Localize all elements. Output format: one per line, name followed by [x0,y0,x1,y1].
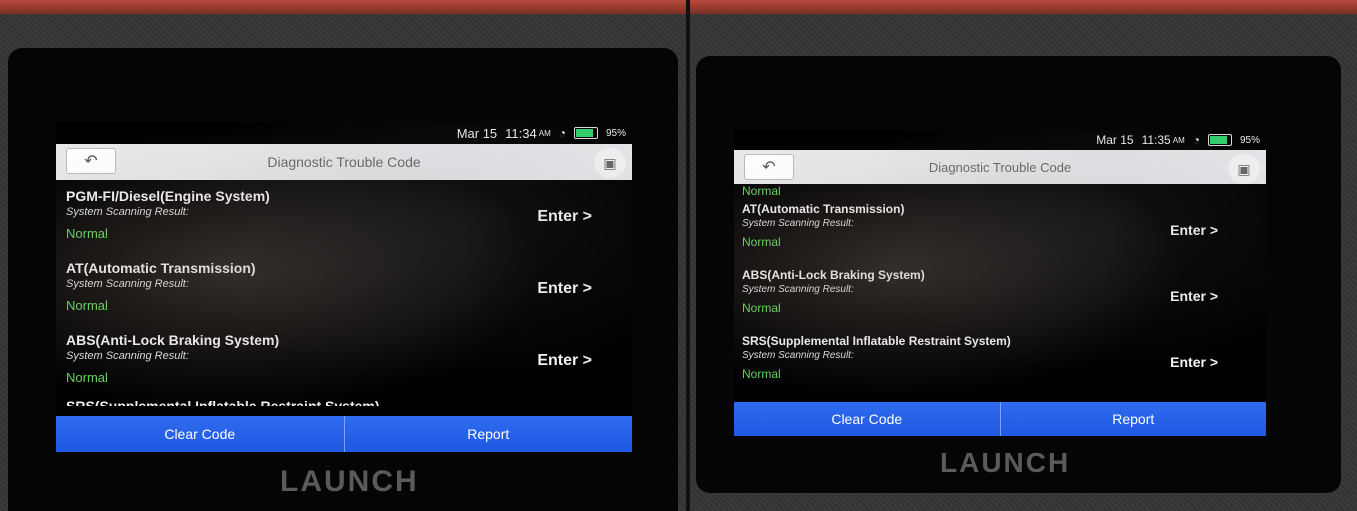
report-button[interactable]: Report [999,402,1267,436]
device-top-edge [690,0,1357,14]
battery-icon [1207,134,1232,146]
status-bar: Mar 15 11:34 AM ◔ 95% [56,122,632,144]
page-title: Diagnostic Trouble Code [267,154,421,170]
status-bar: Mar 15 11:35 AM ◔ 95% [734,130,1266,150]
battery-percent: 95% [1239,134,1260,146]
status-date: Mar 15 [1096,133,1134,147]
enter-button[interactable]: Enter > [537,208,592,226]
system-name-partial: SRS(Supplemental Inflatable Restraint Sy… [66,398,380,406]
back-arrow-icon: ↶ [84,153,98,170]
system-name: ABS(Anti-Lock Braking System) [742,268,925,282]
wifi-icon: ◔ [558,126,566,140]
screenshot-button[interactable]: ▣ [1228,154,1260,184]
scan-status: Normal [66,298,108,313]
dtc-screen: Mar 15 11:35 AM ◔ 95% ↶ Diagnostic Troub… [734,130,1266,436]
page-title: Diagnostic Trouble Code [928,159,1072,175]
enter-button[interactable]: Enter > [537,352,592,370]
title-bar: ↶ Diagnostic Trouble Code ▣ [734,150,1266,184]
status-ampm: AM [1172,135,1185,145]
system-list: PGM-FI/Diesel(Engine System) System Scan… [56,182,632,416]
battery-icon [573,127,598,139]
camera-icon: ▣ [1237,160,1251,177]
list-item: AT(Automatic Transmission) System Scanni… [734,198,1266,264]
status-date: Mar 15 [456,125,498,141]
system-name: AT(Automatic Transmission) [742,202,905,216]
brand-logo: LAUNCH [940,447,1071,478]
list-item: PGM-FI/Diesel(Engine System) System Scan… [56,182,632,254]
status-time: 11:34 [505,125,537,141]
screenshot-button[interactable]: ▣ [594,148,626,178]
system-name: SRS(Supplemental Inflatable Restraint Sy… [742,334,1011,348]
list-item: ABS(Anti-Lock Braking System) System Sca… [56,326,632,398]
list-item: AT(Automatic Transmission) System Scanni… [56,254,632,326]
right-photo: Mar 15 11:35 AM ◔ 95% ↶ Diagnostic Troub… [690,0,1357,511]
left-photo: Mar 15 11:34 AM ◔ 95% ↶ Diagnostic Troub… [0,0,686,511]
enter-button[interactable]: Enter > [1170,222,1218,238]
action-bar: Clear Code Report [56,416,632,452]
enter-button[interactable]: Enter > [1170,288,1218,304]
enter-button[interactable]: Enter > [537,280,592,298]
camera-icon: ▣ [603,154,617,171]
battery-percent: 95% [605,127,626,139]
enter-button[interactable]: Enter > [1170,354,1218,370]
system-name: AT(Automatic Transmission) [66,260,256,276]
status-ampm: AM [538,128,551,138]
list-item: ABS(Anti-Lock Braking System) System Sca… [734,264,1266,330]
scan-status: Normal [66,370,108,385]
report-button[interactable]: Report [343,416,633,452]
device-top-edge [0,0,686,14]
scan-status: Normal [66,226,108,241]
status-time: 11:35 [1141,133,1171,147]
back-button[interactable]: ↶ [66,148,116,174]
list-item: SRS(Supplemental Inflatable Restraint Sy… [734,330,1266,396]
brand-logo: LAUNCH [280,465,419,498]
system-list: Normal AT(Automatic Transmission) System… [734,186,1266,402]
back-button[interactable]: ↶ [744,154,794,180]
system-name: PGM-FI/Diesel(Engine System) [66,188,270,204]
action-bar: Clear Code Report [734,402,1266,436]
title-bar: ↶ Diagnostic Trouble Code ▣ [56,144,632,180]
system-name: ABS(Anti-Lock Braking System) [66,332,280,348]
back-arrow-icon: ↶ [762,159,776,176]
dtc-screen: Mar 15 11:34 AM ◔ 95% ↶ Diagnostic Troub… [56,122,632,452]
clear-code-button[interactable]: Clear Code [56,416,344,452]
clear-code-button[interactable]: Clear Code [734,402,1000,436]
wifi-icon: ◔ [1192,133,1200,147]
scan-status-partial: Normal [742,186,781,198]
